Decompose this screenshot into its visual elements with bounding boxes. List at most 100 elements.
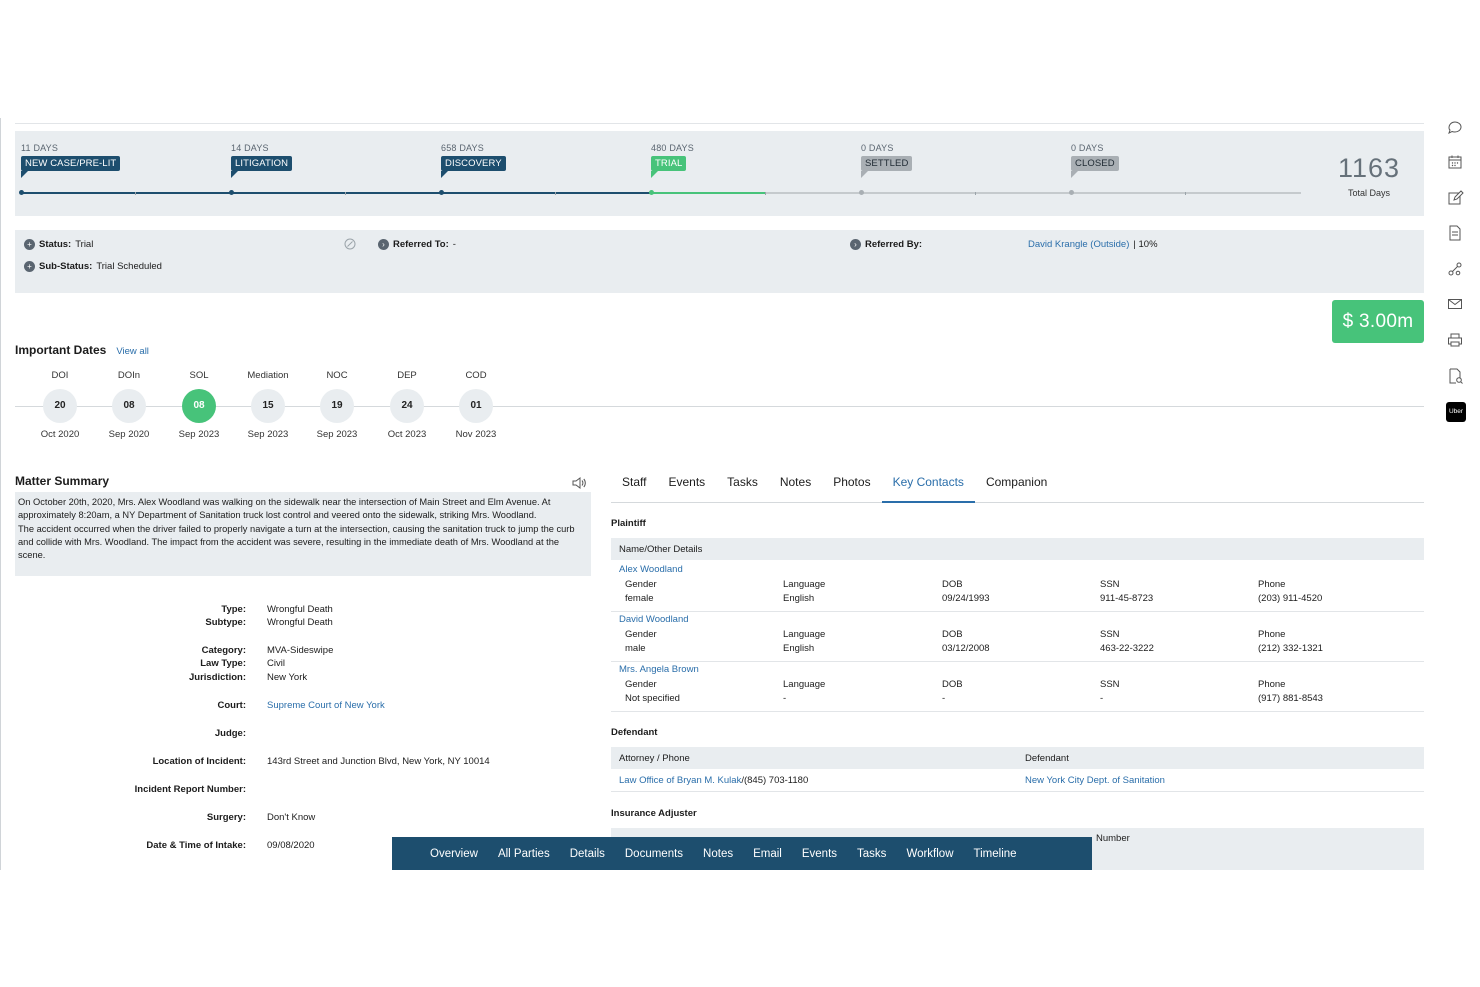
stage-discovery[interactable]: 658 DAYS DISCOVERY <box>441 143 506 178</box>
referred-to-row: › Referred To: - <box>378 239 456 250</box>
timeline-tick <box>975 192 976 195</box>
case-dashboard: 11 DAYS NEW CASE/PRE-LIT 14 DAYS LITIGAT… <box>0 118 1434 870</box>
plaintiff-row: Alex Woodland Gender female Language Engli… <box>611 562 1424 612</box>
tab-events[interactable]: Events <box>657 472 716 503</box>
plaintiff-name-link[interactable]: David Woodland <box>619 614 689 625</box>
plaintiff-name-link[interactable]: Alex Woodland <box>619 564 683 575</box>
tab-tasks[interactable]: Tasks <box>716 472 769 503</box>
bottom-navigation: Overview All Parties Details Documents N… <box>392 837 1092 870</box>
date-noc[interactable]: NOC 19 Sep 2023 <box>302 370 372 440</box>
phone-value: (203) 911-4520 <box>1258 592 1323 604</box>
tab-notes[interactable]: Notes <box>769 472 822 503</box>
nav-documents[interactable]: Documents <box>615 848 693 860</box>
date-doi[interactable]: DOI 20 Oct 2020 <box>25 370 95 440</box>
date-month-year: Nov 2023 <box>455 429 497 440</box>
workflow-icon[interactable] <box>1446 260 1466 280</box>
date-day: 20 <box>43 389 77 423</box>
timeline-tick <box>135 192 136 195</box>
important-dates-header: Important Dates View all <box>15 343 149 357</box>
stage-dot <box>859 190 864 195</box>
date-cod[interactable]: COD 01 Nov 2023 <box>441 370 511 440</box>
nav-details[interactable]: Details <box>560 848 615 860</box>
date-sol[interactable]: SOL 08 Sep 2023 <box>164 370 234 440</box>
tab-photos[interactable]: Photos <box>822 472 881 503</box>
tab-staff[interactable]: Staff <box>611 472 657 503</box>
nav-all-parties[interactable]: All Parties <box>488 848 560 860</box>
file-search-icon[interactable] <box>1446 367 1466 387</box>
status-label: Status: <box>39 239 72 250</box>
dob-value: - <box>942 692 946 704</box>
stage-label: LITIGATION <box>231 156 293 178</box>
defendant-link[interactable]: New York City Dept. of Sanitation <box>1025 775 1165 786</box>
phone-label: Phone <box>1258 629 1286 640</box>
attorney-link[interactable]: Law Office of Bryan M. Kulak <box>619 775 741 786</box>
gender-label: Gender <box>625 629 657 640</box>
court-link[interactable]: Supreme Court of New York <box>267 700 385 711</box>
nav-overview[interactable]: Overview <box>420 848 488 860</box>
uber-icon[interactable]: Uber <box>1446 402 1466 422</box>
stage-dot <box>1069 190 1074 195</box>
fact-key: Category: <box>201 645 246 656</box>
date-abbr: DOIn <box>117 370 141 381</box>
plaintiff-name-link[interactable]: Mrs. Angela Brown <box>619 664 699 675</box>
edit-status-icon[interactable] <box>344 238 356 250</box>
contacts-tabs: Staff Events Tasks Notes Photos Key Cont… <box>611 472 1424 503</box>
tab-key-contacts[interactable]: Key Contacts <box>881 472 975 503</box>
gender-label: Gender <box>625 679 657 690</box>
total-days-label: Total Days <box>1347 188 1390 198</box>
case-value-badge[interactable]: $ 3.00m <box>1332 300 1424 343</box>
stage-new-case[interactable]: 11 DAYS NEW CASE/PRE-LIT <box>21 143 121 178</box>
date-month-year: Sep 2020 <box>108 429 150 440</box>
referred-by-link[interactable]: David Krangle (Outside) <box>1028 239 1129 250</box>
stage-trial[interactable]: 480 DAYS TRIAL <box>651 143 694 178</box>
stage-dot <box>19 190 24 195</box>
date-mediation[interactable]: Mediation 15 Sep 2023 <box>233 370 303 440</box>
view-all-link[interactable]: View all <box>116 346 149 357</box>
plus-icon[interactable]: + <box>24 261 35 272</box>
stage-closed[interactable]: 0 DAYS CLOSED <box>1071 143 1119 178</box>
calendar-icon[interactable] <box>1446 153 1466 173</box>
nav-email[interactable]: Email <box>743 848 792 860</box>
date-dep[interactable]: DEP 24 Oct 2023 <box>372 370 442 440</box>
fact-key: Law Type: <box>200 658 246 669</box>
stage-days: 0 DAYS <box>1071 143 1104 153</box>
matter-summary-title: Matter Summary <box>15 474 110 488</box>
defendant-row: Law Office of Bryan M. Kulak/(845) 703-1… <box>611 770 1424 792</box>
plus-icon[interactable]: + <box>24 239 35 250</box>
stage-dot <box>439 190 444 195</box>
language-label: Language <box>783 679 826 690</box>
mail-icon[interactable] <box>1446 295 1466 315</box>
fact-value: New York <box>267 672 308 683</box>
chat-icon[interactable] <box>1446 118 1466 138</box>
important-dates-title: Important Dates <box>15 343 107 357</box>
plaintiff-row: Mrs. Angela Brown Gender Not specified La… <box>611 662 1424 712</box>
column-header: Defendant <box>1025 753 1069 764</box>
edit-icon[interactable] <box>1446 189 1466 209</box>
date-abbr: DOI <box>51 370 69 381</box>
document-icon[interactable] <box>1446 224 1466 244</box>
stage-dot <box>649 190 654 195</box>
stage-litigation[interactable]: 14 DAYS LITIGATION <box>231 143 293 178</box>
nav-tasks[interactable]: Tasks <box>847 848 896 860</box>
print-icon[interactable] <box>1446 331 1466 351</box>
date-month-year: Sep 2023 <box>178 429 220 440</box>
arrow-icon[interactable]: › <box>378 239 389 250</box>
nav-timeline[interactable]: Timeline <box>964 848 1027 860</box>
plaintiff-table-header: Name/Other Details <box>611 538 1424 560</box>
nav-events[interactable]: Events <box>792 848 847 860</box>
dob-value: 03/12/2008 <box>942 642 990 654</box>
total-days-value: 1163 <box>1337 153 1400 183</box>
stage-days: 0 DAYS <box>861 143 894 153</box>
date-doin[interactable]: DOIn 08 Sep 2020 <box>94 370 164 440</box>
fact-key: Subtype: <box>205 617 246 628</box>
speaker-icon[interactable] <box>572 477 586 489</box>
arrow-icon[interactable]: › <box>850 239 861 250</box>
progress-fill-current <box>651 192 766 194</box>
nav-workflow[interactable]: Workflow <box>896 848 963 860</box>
status-row: + Status: Trial <box>24 239 93 250</box>
date-day: 19 <box>320 389 354 423</box>
fact-value: 09/08/2020 <box>267 840 315 851</box>
stage-settled[interactable]: 0 DAYS SETTLED <box>861 143 913 178</box>
tab-companion[interactable]: Companion <box>975 472 1058 503</box>
nav-notes[interactable]: Notes <box>693 848 743 860</box>
